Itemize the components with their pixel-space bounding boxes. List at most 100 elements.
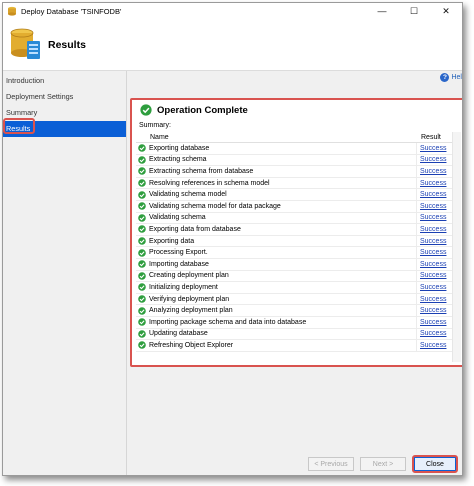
result-link[interactable]: Success <box>417 238 453 245</box>
table-header: Name Result <box>136 132 453 143</box>
success-check-icon <box>138 237 146 245</box>
result-link[interactable]: Success <box>417 191 453 198</box>
success-check-icon <box>138 167 146 176</box>
success-check-icon <box>138 144 146 153</box>
step-name: Resolving references in schema model <box>149 179 270 187</box>
step-name-cell: Processing Export. <box>136 247 417 258</box>
step-name-cell: Exporting data <box>136 235 417 247</box>
wizard-sidebar: Introduction Deployment Settings Summary… <box>3 71 127 475</box>
table-row: Importing package schema and data into d… <box>136 316 453 329</box>
step-name: Processing Export. <box>149 249 208 257</box>
help-link[interactable]: ? Hel <box>440 73 462 82</box>
result-link[interactable]: Success <box>417 342 453 349</box>
table-row: Validating schema Success <box>136 212 453 225</box>
window-controls: — ☐ ✕ <box>366 3 462 19</box>
table-row: Refreshing Object Explorer Success <box>136 340 453 352</box>
results-table: Name Result Exporting database Success Ext… <box>136 132 453 352</box>
result-link[interactable]: Success <box>417 156 453 163</box>
table-row: Verifying deployment plan Success <box>136 293 453 306</box>
table-body: Exporting database Success Extracting sche… <box>136 143 453 352</box>
success-check-icon <box>138 329 146 338</box>
step-name-cell: Extracting schema from database <box>136 166 417 177</box>
operation-header: Operation Complete <box>140 104 248 116</box>
step-name-cell: Validating schema <box>136 212 417 224</box>
results-highlight-box <box>3 118 35 134</box>
step-name: Exporting data <box>149 237 195 245</box>
step-name: Updating database <box>149 330 208 338</box>
step-name: Refreshing Object Explorer <box>149 341 234 349</box>
maximize-button[interactable]: ☐ <box>398 3 430 19</box>
table-scrollbar[interactable] <box>452 132 461 362</box>
table-row: Analyzing deployment plan Success <box>136 305 453 317</box>
operation-panel: Operation Complete Summary: Name Result … <box>130 98 462 367</box>
result-link[interactable]: Success <box>417 330 453 337</box>
database-icon <box>8 6 16 16</box>
success-check-icon <box>138 295 146 303</box>
step-name: Importing database <box>149 260 209 268</box>
summary-label: Summary: <box>139 122 171 129</box>
page-title: Results <box>48 39 86 51</box>
result-link[interactable]: Success <box>417 145 453 152</box>
table-row: Exporting data Success <box>136 235 453 248</box>
operation-title: Operation Complete <box>157 104 248 116</box>
step-name: Initializing deployment <box>149 283 218 291</box>
success-check-icon <box>138 260 146 269</box>
success-check-icon <box>138 283 146 292</box>
help-label: Hel <box>451 74 462 81</box>
sidebar-item-introduction[interactable]: Introduction <box>3 73 126 89</box>
table-row: Processing Export. Success <box>136 247 453 259</box>
step-name-cell: Refreshing Object Explorer <box>136 340 417 351</box>
wizard-footer: < Previous Next > Close <box>128 448 462 475</box>
result-link[interactable]: Success <box>417 272 453 279</box>
minimize-button[interactable]: — <box>366 3 398 19</box>
step-name: Importing package schema and data into d… <box>149 318 307 326</box>
table-row: Exporting database Success <box>136 143 453 155</box>
step-name-cell: Creating deployment plan <box>136 270 417 282</box>
step-name: Validating schema model for data package <box>149 202 281 210</box>
step-name: Exporting data from database <box>149 225 241 233</box>
result-link[interactable]: Success <box>417 284 453 291</box>
step-name: Analyzing deployment plan <box>149 307 233 315</box>
result-link[interactable]: Success <box>417 296 453 303</box>
previous-button[interactable]: < Previous <box>308 457 354 471</box>
step-name: Validating schema <box>149 214 206 222</box>
step-name: Verifying deployment plan <box>149 295 230 303</box>
sidebar-item-deployment-settings[interactable]: Deployment Settings <box>3 89 126 105</box>
table-row: Importing database Success <box>136 258 453 271</box>
step-name-cell: Exporting data from database <box>136 224 417 235</box>
step-name-cell: Validating schema model <box>136 189 417 200</box>
table-row: Exporting data from database Success <box>136 224 453 236</box>
success-check-icon <box>138 318 146 327</box>
step-name-cell: Initializing deployment <box>136 282 417 293</box>
table-row: Extracting schema from database Success <box>136 166 453 178</box>
success-check-icon <box>138 214 146 222</box>
success-check-icon <box>140 104 152 116</box>
result-link[interactable]: Success <box>417 168 453 175</box>
success-check-icon <box>138 225 146 234</box>
success-check-icon <box>138 190 146 199</box>
next-button[interactable]: Next > <box>360 457 406 471</box>
result-link[interactable]: Success <box>417 307 453 314</box>
table-row: Extracting schema Success <box>136 154 453 167</box>
column-header-name[interactable]: Name <box>136 134 417 141</box>
result-link[interactable]: Success <box>417 261 453 268</box>
step-name: Extracting schema from database <box>149 167 254 175</box>
result-link[interactable]: Success <box>417 214 453 221</box>
result-link[interactable]: Success <box>417 203 453 210</box>
success-check-icon <box>138 306 146 315</box>
success-check-icon <box>138 341 146 350</box>
result-link[interactable]: Success <box>417 249 453 256</box>
step-name-cell: Analyzing deployment plan <box>136 305 417 316</box>
result-link[interactable]: Success <box>417 180 453 187</box>
step-name-cell: Importing database <box>136 258 417 270</box>
deploy-database-window: Deploy Database 'TSINFODB' — ☐ ✕ Results… <box>2 2 463 476</box>
step-name-cell: Verifying deployment plan <box>136 293 417 305</box>
result-link[interactable]: Success <box>417 226 453 233</box>
step-name-cell: Validating schema model for data package <box>136 200 417 212</box>
step-name-cell: Extracting schema <box>136 154 417 166</box>
result-link[interactable]: Success <box>417 319 453 326</box>
close-window-button[interactable]: ✕ <box>430 3 462 19</box>
step-name: Validating schema model <box>149 191 227 199</box>
column-header-result[interactable]: Result <box>417 134 453 141</box>
wizard-header: Results <box>3 19 462 71</box>
